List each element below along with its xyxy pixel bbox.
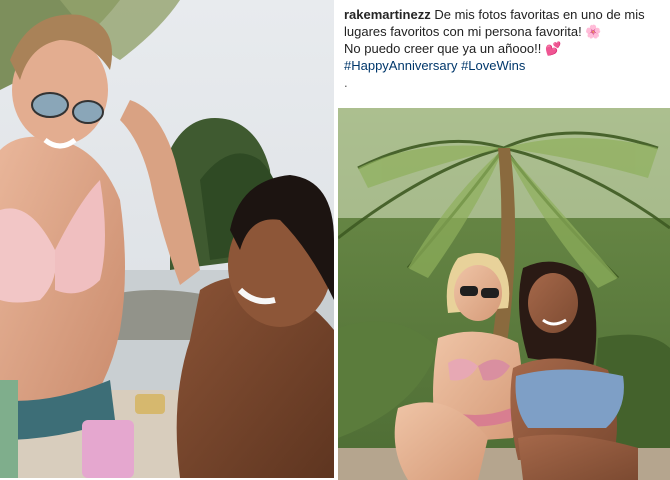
caption-line-1: rakemartinezz De mis fotos favoritas en … [344, 6, 670, 23]
flower-emoji-icon: 🌸 [585, 24, 602, 39]
beach-photo-left [0, 0, 334, 478]
caption-line-2: lugares favoritos con mi persona favorit… [344, 23, 670, 40]
caption-trailing-dot: . [344, 75, 348, 90]
beach-photo-right [338, 108, 670, 480]
caption-line-3: No puedo creer que ya un añooo!! 💕 [344, 40, 670, 57]
left-photo [0, 0, 334, 478]
post-caption: rakemartinezz De mis fotos favoritas en … [344, 6, 670, 106]
caption-text-3: No puedo creer que ya un añooo!! [344, 41, 542, 56]
hearts-emoji-icon: 💕 [544, 41, 562, 56]
caption-hashtags: #HappyAnniversary #LoveWins [344, 57, 670, 74]
hashtag-love-wins[interactable]: #LoveWins [461, 58, 525, 73]
username-link[interactable]: rakemartinezz [344, 7, 431, 22]
post-photo[interactable] [338, 108, 670, 480]
caption-text-1: De mis fotos favoritas en uno de mis [434, 7, 645, 22]
hashtag-happy-anniversary[interactable]: #HappyAnniversary [344, 58, 457, 73]
caption-text-2: lugares favoritos con mi persona favorit… [344, 24, 582, 39]
instagram-post: rakemartinezz De mis fotos favoritas en … [338, 0, 670, 480]
